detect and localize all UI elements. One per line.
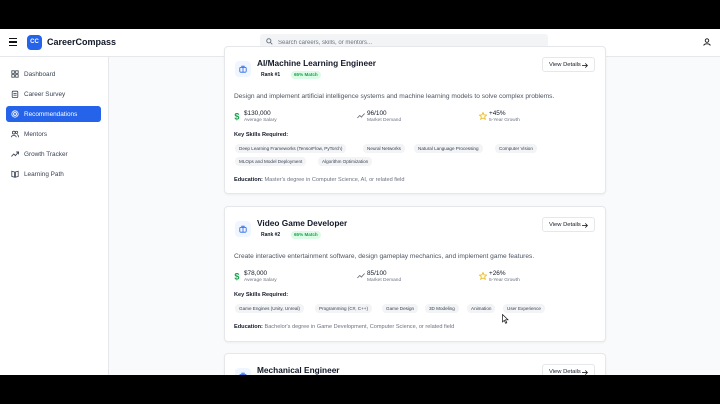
education-line: Education: Master's degree in Computer S… (234, 177, 405, 183)
job-icon-wrap (235, 368, 251, 375)
grid-icon (11, 70, 19, 78)
skill-chip: Programming (C#, C++) (315, 304, 373, 313)
view-details-button[interactable]: View Details (542, 364, 595, 375)
salary-value: $130,000 (244, 110, 271, 117)
job-description: Create interactive entertainment softwar… (234, 253, 535, 260)
demand-label: Market Demand (367, 118, 402, 123)
arrow-right-icon (582, 223, 588, 228)
view-details-button[interactable]: View Details (542, 217, 595, 232)
briefcase-icon (239, 65, 247, 73)
trending-up-icon (357, 273, 365, 279)
skill-chip: User Experience (503, 304, 545, 313)
app-brand[interactable]: CareerCompass (47, 37, 116, 47)
briefcase-icon (239, 372, 247, 375)
skills-heading: Key Skills Required: (234, 292, 289, 298)
sidebar-item-recommendations[interactable]: Recommendations (6, 106, 101, 122)
skill-chip: Algorithm Optimization (318, 157, 373, 166)
salary-label: Average Salary (244, 278, 277, 283)
sidebar-item-label: Learning Path (24, 170, 64, 178)
view-details-label: View Details (549, 222, 581, 228)
trending-up-icon (11, 151, 19, 157)
skill-chip: Deep Learning Frameworks (TensorFlow, Py… (235, 144, 347, 153)
skill-chip: Computer Vision (495, 144, 537, 153)
match-badge: 65% Match (291, 231, 321, 239)
view-details-label: View Details (549, 369, 581, 375)
mouse-cursor-icon (502, 314, 509, 324)
sidebar-item-label: Recommendations (24, 110, 78, 118)
demand-label: Market Demand (367, 278, 402, 283)
trending-up-icon (357, 113, 365, 119)
star-icon (479, 272, 487, 280)
users-icon (11, 130, 19, 138)
career-card: Video Game Developer Rank #2 65% Match V… (224, 206, 606, 342)
sidebar-item-career-survey[interactable]: Career Survey (6, 86, 101, 102)
growth-value: +45% (489, 110, 506, 117)
sidebar-item-learning-path[interactable]: Learning Path (6, 166, 101, 182)
rank-label: Rank #2 (261, 232, 281, 238)
sidebar-item-label: Mentors (24, 130, 48, 138)
job-title[interactable]: Video Game Developer (257, 218, 347, 228)
sidebar-item-mentors[interactable]: Mentors (6, 126, 101, 142)
clipboard-icon (11, 90, 19, 98)
skill-chip: Game Design (382, 304, 419, 313)
education-line: Education: Bachelor's degree in Game Dev… (234, 324, 454, 330)
sidebar-item-growth-tracker[interactable]: Growth Tracker (6, 146, 101, 162)
job-description: Design and implement artificial intellig… (234, 93, 555, 100)
sidebar-item-label: Career Survey (24, 90, 66, 98)
rank-label: Rank #1 (261, 72, 281, 78)
arrow-right-icon (582, 63, 588, 68)
job-icon-wrap (235, 221, 251, 237)
growth-label: 5-Year Growth (489, 118, 520, 123)
svg-text:$: $ (234, 112, 239, 121)
star-icon (479, 112, 487, 120)
skill-chip: MLOps and Model Deployment (235, 157, 307, 166)
education-value: Bachelor's degree in Game Development, C… (264, 324, 455, 330)
view-details-button[interactable]: View Details (542, 57, 595, 72)
skills-heading: Key Skills Required: (234, 132, 289, 138)
menu-icon[interactable] (9, 38, 17, 47)
match-badge: 65% Match (291, 71, 321, 79)
growth-value: +26% (489, 270, 506, 277)
sidebar-item-label: Growth Tracker (24, 150, 68, 158)
app-window: CC CareerCompass Dashboard Career Survey… (0, 29, 720, 375)
job-title[interactable]: Mechanical Engineer (257, 365, 340, 375)
education-label: Education: (234, 324, 263, 330)
salary-value: $78,000 (244, 270, 268, 277)
skill-chip: Animation (467, 304, 496, 313)
app-logo[interactable]: CC (27, 35, 42, 50)
view-details-label: View Details (549, 62, 581, 68)
sidebar-item-label: Dashboard (24, 70, 56, 78)
target-icon (11, 110, 19, 118)
briefcase-icon (239, 225, 247, 233)
career-card: Mechanical Engineer View Details (224, 353, 606, 375)
dollar-icon: $ (234, 112, 239, 121)
growth-label: 5-Year Growth (489, 278, 520, 283)
svg-text:$: $ (234, 272, 239, 281)
book-icon (11, 170, 19, 178)
skill-chip: Natural Language Processing (414, 144, 483, 153)
job-title[interactable]: AI/Machine Learning Engineer (257, 58, 376, 68)
job-icon-wrap (235, 61, 251, 77)
career-card: AI/Machine Learning Engineer Rank #1 65%… (224, 46, 606, 194)
sidebar-item-dashboard[interactable]: Dashboard (6, 66, 101, 82)
skill-chip: 3D Modeling (425, 304, 459, 313)
dollar-icon: $ (234, 272, 239, 281)
sidebar: Dashboard Career Survey Recommendations … (0, 57, 109, 375)
skill-chip: Neural Networks (363, 144, 405, 153)
arrow-right-icon (582, 370, 588, 375)
demand-value: 85/100 (367, 270, 387, 277)
salary-label: Average Salary (244, 118, 277, 123)
user-icon[interactable] (703, 38, 711, 46)
search-icon (266, 38, 273, 45)
skill-chip: Game Engines (Unity, Unreal) (235, 304, 304, 313)
education-value: Master's degree in Computer Science, AI,… (264, 177, 405, 183)
demand-value: 96/100 (367, 110, 387, 117)
education-label: Education: (234, 177, 263, 183)
